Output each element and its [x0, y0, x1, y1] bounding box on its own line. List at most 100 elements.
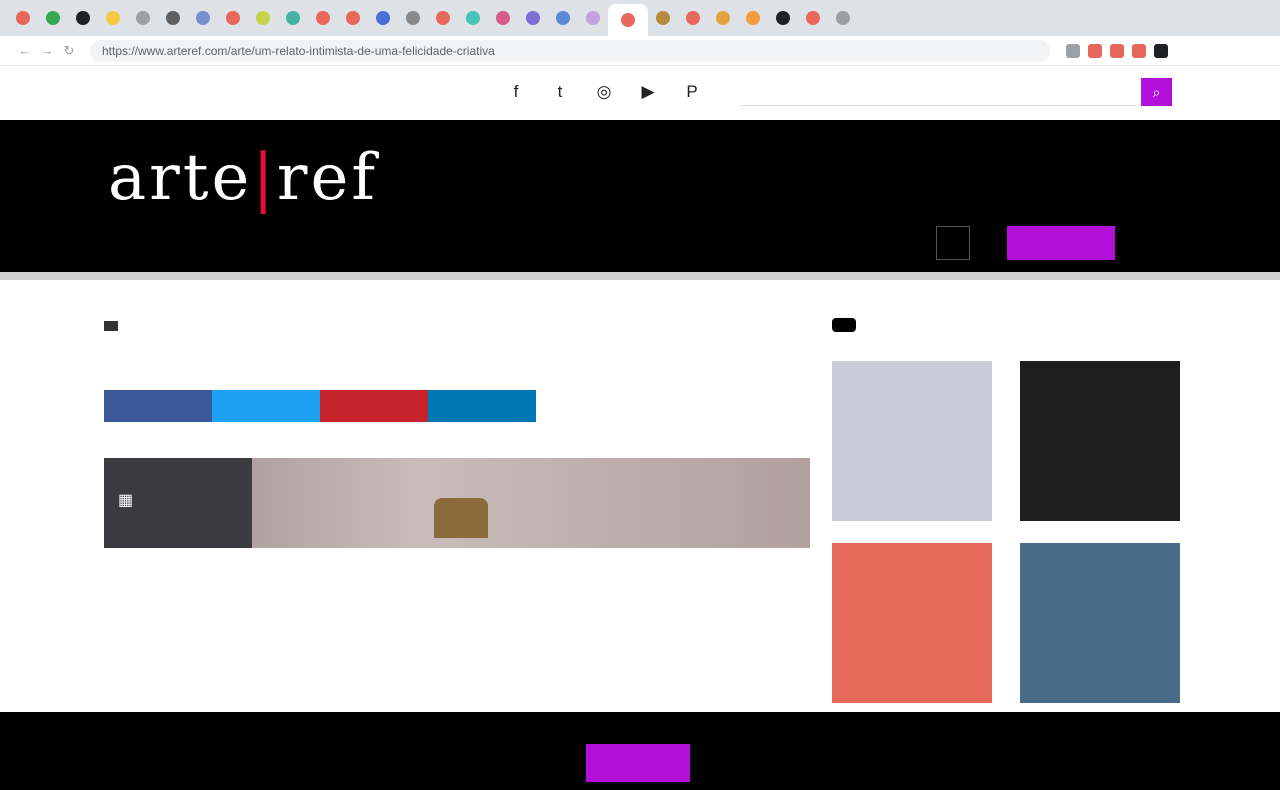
nav-item[interactable]	[348, 238, 352, 246]
article: ▦	[104, 318, 810, 548]
tab-favicon-icon	[656, 11, 670, 25]
nav-item[interactable]	[282, 238, 286, 246]
extension-icon[interactable]	[1110, 43, 1124, 58]
tab-favicon-icon	[16, 11, 30, 25]
tab-favicon-icon	[46, 11, 60, 25]
nav-item[interactable]	[238, 238, 242, 246]
search-button[interactable]: ⌕	[1141, 78, 1172, 106]
tab-favicon-icon	[806, 11, 820, 25]
byline-row	[104, 362, 810, 398]
sidebar-card-image	[1020, 361, 1180, 521]
browser-tab[interactable]	[648, 4, 678, 32]
gallery-overlay: ▦	[104, 458, 252, 548]
tab-favicon-icon	[496, 11, 510, 25]
logo-text-left: arte	[108, 141, 253, 215]
twitter-icon[interactable]: t	[549, 80, 571, 104]
browser-tab[interactable]	[188, 4, 218, 32]
logo-bar: |	[252, 141, 277, 215]
tab-favicon-icon	[621, 13, 635, 27]
browser-tab[interactable]	[68, 4, 98, 32]
browser-tab[interactable]	[678, 4, 708, 32]
url-field[interactable]: https://www.arteref.com/arte/um-relato-i…	[90, 39, 1050, 62]
browser-tab[interactable]	[248, 4, 278, 32]
browser-tab[interactable]	[38, 4, 68, 32]
tab-favicon-icon	[836, 11, 850, 25]
browser-tab[interactable]	[8, 4, 38, 32]
login-button[interactable]	[936, 226, 970, 260]
browser-tab[interactable]	[768, 4, 798, 32]
social-icons: f t ◎ ▶ P	[505, 80, 703, 104]
tab-favicon-icon	[166, 11, 180, 25]
pinterest-icon[interactable]: P	[681, 80, 703, 104]
tab-favicon-icon	[686, 11, 700, 25]
extension-icon[interactable]	[1132, 43, 1146, 58]
instagram-icon[interactable]: ◎	[593, 80, 615, 104]
browser-tab[interactable]	[128, 4, 158, 32]
extension-icon[interactable]	[1154, 43, 1168, 58]
logo-text-right: ref	[276, 141, 379, 215]
sidebar-heading	[832, 318, 856, 332]
tab-favicon-icon	[586, 11, 600, 25]
browser-tab[interactable]	[608, 4, 648, 36]
site-header: arte|ref	[0, 120, 1280, 272]
back-icon[interactable]: ←	[14, 43, 36, 58]
tab-favicon-icon	[526, 11, 540, 25]
gallery-icon[interactable]: ▦	[118, 490, 142, 514]
browser-tab[interactable]	[738, 4, 768, 32]
browser-tab[interactable]	[338, 4, 368, 32]
tab-favicon-icon	[106, 11, 120, 25]
tab-favicon-icon	[466, 11, 480, 25]
tab-favicon-icon	[286, 11, 300, 25]
browser-tab[interactable]	[828, 4, 858, 32]
sidebar-card-image	[832, 361, 992, 521]
tab-favicon-icon	[746, 11, 760, 25]
nav-item[interactable]	[304, 238, 308, 246]
browser-tab[interactable]	[488, 4, 518, 32]
tab-favicon-icon	[76, 11, 90, 25]
reload-icon[interactable]: ↻	[58, 43, 80, 59]
tab-favicon-icon	[196, 11, 210, 25]
sidebar-card[interactable]	[832, 361, 992, 529]
browser-tab[interactable]	[98, 4, 128, 32]
tab-favicon-icon	[406, 11, 420, 25]
extension-icon[interactable]	[1088, 43, 1102, 58]
sidebar-card-image	[1020, 543, 1180, 703]
browser-tab[interactable]	[398, 4, 428, 32]
sidebar-card[interactable]	[832, 543, 992, 711]
tab-favicon-icon	[776, 11, 790, 25]
extension-icon[interactable]	[1066, 43, 1080, 58]
browser-tab[interactable]	[218, 4, 248, 32]
browser-tab[interactable]	[518, 4, 548, 32]
browser-tab[interactable]	[308, 4, 338, 32]
browser-tab[interactable]	[458, 4, 488, 32]
site-logo[interactable]: arte|ref	[108, 138, 378, 218]
forward-icon[interactable]: →	[36, 43, 58, 58]
browser-tab[interactable]	[278, 4, 308, 32]
youtube-icon[interactable]: ▶	[637, 80, 659, 104]
article-category-badge[interactable]	[104, 321, 118, 331]
sidebar-card-image	[832, 543, 992, 703]
facebook-icon[interactable]: f	[505, 80, 527, 104]
browser-tab[interactable]	[428, 4, 458, 32]
site-search-input[interactable]	[740, 78, 1136, 106]
cookie-accept-button[interactable]	[586, 744, 690, 782]
nav-item[interactable]	[260, 238, 264, 246]
article-hero-image: ▦	[104, 458, 810, 548]
sidebar	[832, 318, 1180, 711]
subscribe-button[interactable]	[1007, 226, 1115, 260]
tab-favicon-icon	[436, 11, 450, 25]
browser-address-bar: ← → ↻ https://www.arteref.com/arte/um-re…	[0, 36, 1280, 66]
browser-tab[interactable]	[158, 4, 188, 32]
browser-tab[interactable]	[368, 4, 398, 32]
extensions-area	[1066, 43, 1168, 58]
nav-item[interactable]	[370, 238, 374, 246]
nav-item[interactable]	[326, 238, 330, 246]
browser-tab[interactable]	[708, 4, 738, 32]
browser-tab[interactable]	[578, 4, 608, 32]
browser-tab[interactable]	[798, 4, 828, 32]
main-nav	[238, 238, 374, 246]
browser-tab-strip	[0, 0, 1280, 36]
browser-tab[interactable]	[548, 4, 578, 32]
sidebar-card[interactable]	[1020, 543, 1180, 711]
sidebar-card[interactable]	[1020, 361, 1180, 529]
